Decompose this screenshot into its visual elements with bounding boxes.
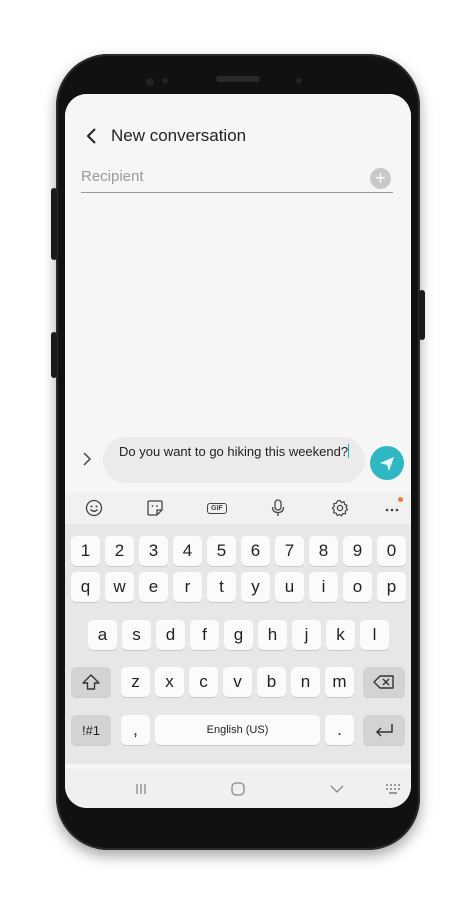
key[interactable]: f	[190, 620, 219, 650]
key[interactable]: n	[291, 667, 320, 697]
volume-button	[51, 188, 57, 260]
key[interactable]: l	[360, 620, 389, 650]
key[interactable]: q	[71, 572, 100, 602]
settings-icon[interactable]	[328, 496, 352, 520]
keyboard-toolbar: GIF	[65, 492, 411, 524]
plus-icon: +	[375, 168, 386, 188]
app-header: New conversation +	[65, 94, 411, 193]
sticker-icon[interactable]	[143, 496, 167, 520]
front-camera	[146, 78, 154, 86]
expand-chevron-icon[interactable]	[81, 450, 93, 468]
microphone-icon[interactable]	[266, 496, 290, 520]
message-text: Do you want to go hiking this weekend?	[119, 444, 349, 459]
key[interactable]: 1	[71, 536, 100, 566]
power-button	[419, 290, 425, 340]
key[interactable]: a	[88, 620, 117, 650]
comma-key[interactable]: ,	[121, 715, 150, 745]
backspace-icon	[373, 675, 394, 689]
key[interactable]: 3	[139, 536, 168, 566]
key[interactable]: x	[155, 667, 184, 697]
page-title: New conversation	[111, 126, 247, 145]
key[interactable]: 8	[309, 536, 338, 566]
key[interactable]: r	[173, 572, 202, 602]
key[interactable]: i	[309, 572, 338, 602]
message-input[interactable]: Do you want to go hiking this weekend?	[103, 437, 365, 483]
home-button[interactable]	[228, 779, 248, 799]
recent-apps-button[interactable]	[131, 779, 151, 799]
key[interactable]: g	[224, 620, 253, 650]
key[interactable]: 9	[343, 536, 372, 566]
add-recipient-button[interactable]: +	[370, 168, 391, 189]
emoji-icon[interactable]	[82, 496, 106, 520]
key[interactable]: k	[326, 620, 355, 650]
screen: New conversation + Do you want to go hik…	[65, 94, 411, 808]
symbols-key[interactable]: !#1	[71, 715, 111, 745]
key[interactable]: h	[258, 620, 287, 650]
enter-icon	[375, 724, 393, 737]
period-key[interactable]: .	[325, 715, 354, 745]
key[interactable]: 2	[105, 536, 134, 566]
recent-apps-icon	[136, 784, 146, 794]
key[interactable]: o	[343, 572, 372, 602]
sensor	[162, 78, 168, 84]
sensor	[296, 78, 302, 84]
key[interactable]: p	[377, 572, 406, 602]
shift-icon	[82, 674, 100, 690]
send-button[interactable]	[370, 446, 404, 480]
recipient-field[interactable]: +	[81, 166, 393, 193]
send-icon	[380, 457, 394, 471]
back-button[interactable]	[327, 779, 347, 799]
home-icon	[231, 782, 245, 796]
backspace-key[interactable]	[363, 667, 405, 697]
key[interactable]: m	[325, 667, 354, 697]
key[interactable]: d	[156, 620, 185, 650]
space-key[interactable]: English (US)	[155, 715, 320, 745]
shift-key[interactable]	[71, 667, 111, 697]
bixby-button	[51, 332, 57, 378]
key[interactable]: w	[105, 572, 134, 602]
key[interactable]: 5	[207, 536, 236, 566]
enter-key[interactable]	[363, 715, 405, 745]
earpiece-speaker	[216, 76, 260, 82]
key[interactable]: 4	[173, 536, 202, 566]
recipient-input[interactable]	[81, 168, 351, 185]
compose-area: Do you want to go hiking this weekend?	[65, 434, 411, 490]
key[interactable]: j	[292, 620, 321, 650]
navigation-bar	[65, 769, 411, 808]
key[interactable]: y	[241, 572, 270, 602]
key[interactable]: v	[223, 667, 252, 697]
key[interactable]: u	[275, 572, 304, 602]
key[interactable]: 7	[275, 536, 304, 566]
keyboard: 1 2 3 4 5 6 7 8 9 0 q w e r t y u i o p …	[65, 524, 411, 764]
key[interactable]: b	[257, 667, 286, 697]
back-arrow-icon[interactable]	[85, 126, 99, 146]
key[interactable]: c	[189, 667, 218, 697]
keyboard-switch-button[interactable]	[383, 779, 403, 799]
key[interactable]: s	[122, 620, 151, 650]
key[interactable]: 0	[377, 536, 406, 566]
gif-icon[interactable]: GIF	[205, 496, 229, 520]
notification-dot	[398, 497, 403, 502]
key[interactable]: 6	[241, 536, 270, 566]
text-cursor	[348, 444, 350, 458]
more-icon[interactable]	[380, 496, 404, 520]
key[interactable]: t	[207, 572, 236, 602]
key[interactable]: e	[139, 572, 168, 602]
key[interactable]: z	[121, 667, 150, 697]
hide-keyboard-icon	[330, 785, 344, 793]
gif-label: GIF	[207, 502, 227, 514]
keyboard-grid-icon	[386, 784, 400, 794]
